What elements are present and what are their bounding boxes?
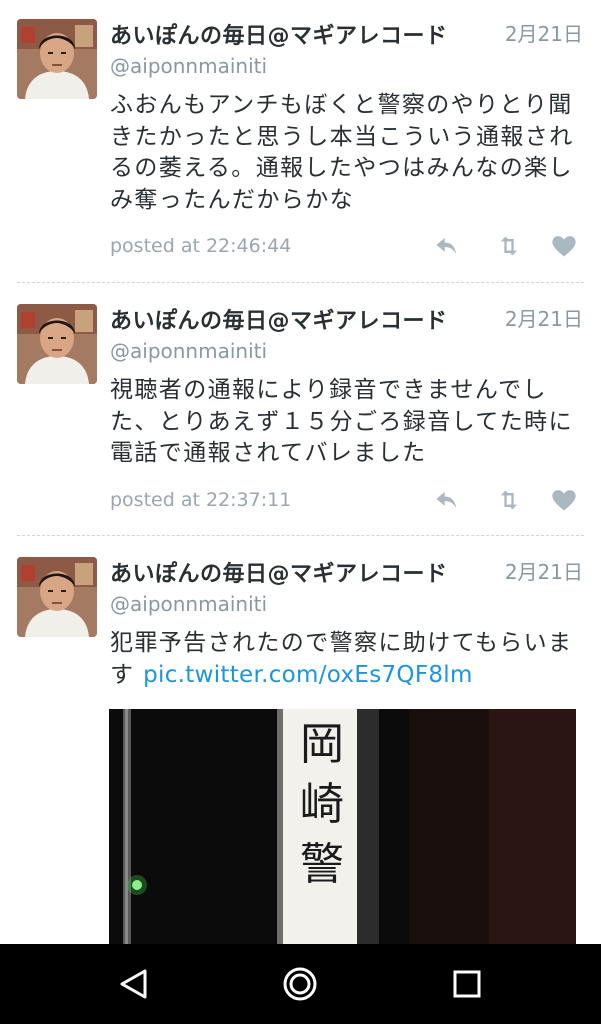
photo-sign-character: 警 [300, 839, 344, 890]
photo-sign-character: 岡 [300, 719, 344, 770]
navigation-bar [0, 944, 601, 1024]
heart-icon[interactable] [550, 486, 578, 514]
user-avatar[interactable] [17, 19, 97, 99]
back-triangle-icon[interactable] [116, 966, 152, 1002]
tweet-3[interactable]: あいぽんの毎日@マギアレコード 2月21日 @aiponnmainiti 犯罪予… [0, 538, 601, 944]
screen: あいぽんの毎日@マギアレコード 2月21日 @aiponnmainiti ふおん… [0, 0, 601, 1024]
tweet-pic-link[interactable]: pic.twitter.com/oxEs7QF8lm [143, 662, 473, 688]
user-handle: @aiponnmainiti [110, 54, 268, 78]
tweet-text-line: た、とりあえず１５分ごろ録音してた時に [110, 408, 573, 435]
photo-sign-character: 崎 [300, 779, 344, 830]
user-name[interactable]: あいぽんの毎日@マギアレコード [110, 303, 448, 335]
tweet-date: 2月21日 [504, 307, 583, 331]
tweet-text: ふおんもアンチもぼくと警察のやりとり聞 きたかったと思うし本当こういう通報され … [110, 90, 590, 216]
tweet-date: 2月21日 [504, 22, 583, 46]
tweet-text: 犯罪予告されたので警察に助けてもらいま す pic.twitter.com/ox… [110, 628, 590, 691]
tweet-text-line: す pic.twitter.com/oxEs7QF8lm [110, 660, 590, 692]
retweet-icon[interactable] [495, 232, 523, 260]
user-name[interactable]: あいぽんの毎日@マギアレコード [110, 18, 448, 50]
photo-sign-text: 岡 崎 警 [293, 715, 351, 895]
tweet-text-line: 犯罪予告されたので警察に助けてもらいま [110, 630, 573, 656]
user-name[interactable]: あいぽんの毎日@マギアレコード [110, 556, 448, 588]
recents-square-icon[interactable] [449, 966, 485, 1002]
tweet-text-line: きたかったと思うし本当こういう通報され [110, 123, 574, 150]
tweet-text-line: るの萎える。通報したやつはみんなの楽し [110, 155, 573, 181]
user-avatar[interactable] [17, 304, 97, 384]
tweet-text-line: 視聴者の通報により録音できませんでし [110, 377, 547, 403]
home-circle-icon[interactable] [282, 966, 318, 1002]
heart-icon[interactable] [550, 232, 578, 260]
tweet-text-fragment: す [110, 661, 144, 688]
reply-icon[interactable] [433, 232, 461, 260]
tweet-1[interactable]: あいぽんの毎日@マギアレコード 2月21日 @aiponnmainiti ふおん… [0, 0, 601, 283]
posted-time: posted at 22:37:11 [110, 489, 292, 511]
tweet-text: 視聴者の通報により録音できませんでし た、とりあえず１５分ごろ録音してた時に 電… [110, 375, 590, 470]
tweet-divider [17, 282, 584, 283]
reply-icon[interactable] [433, 486, 461, 514]
posted-time: posted at 22:46:44 [110, 235, 292, 257]
user-handle: @aiponnmainiti [110, 339, 268, 363]
tweet-text-line: み奪ったんだからかな [110, 186, 354, 213]
tweet-2[interactable]: あいぽんの毎日@マギアレコード 2月21日 @aiponnmainiti 視聴者… [0, 285, 601, 536]
tweet-date: 2月21日 [504, 560, 583, 584]
tweet-photo[interactable]: 岡 崎 警 [109, 709, 576, 944]
user-handle: @aiponnmainiti [110, 592, 268, 616]
tweet-text-line: 電話で通報されてバレました [110, 440, 427, 466]
tweet-divider [17, 535, 584, 536]
tweet-text-line: ふおんもアンチもぼくと警察のやりとり聞 [110, 92, 573, 118]
tweet-timeline[interactable]: あいぽんの毎日@マギアレコード 2月21日 @aiponnmainiti ふおん… [0, 0, 601, 944]
retweet-icon[interactable] [495, 486, 523, 514]
user-avatar[interactable] [17, 557, 97, 637]
